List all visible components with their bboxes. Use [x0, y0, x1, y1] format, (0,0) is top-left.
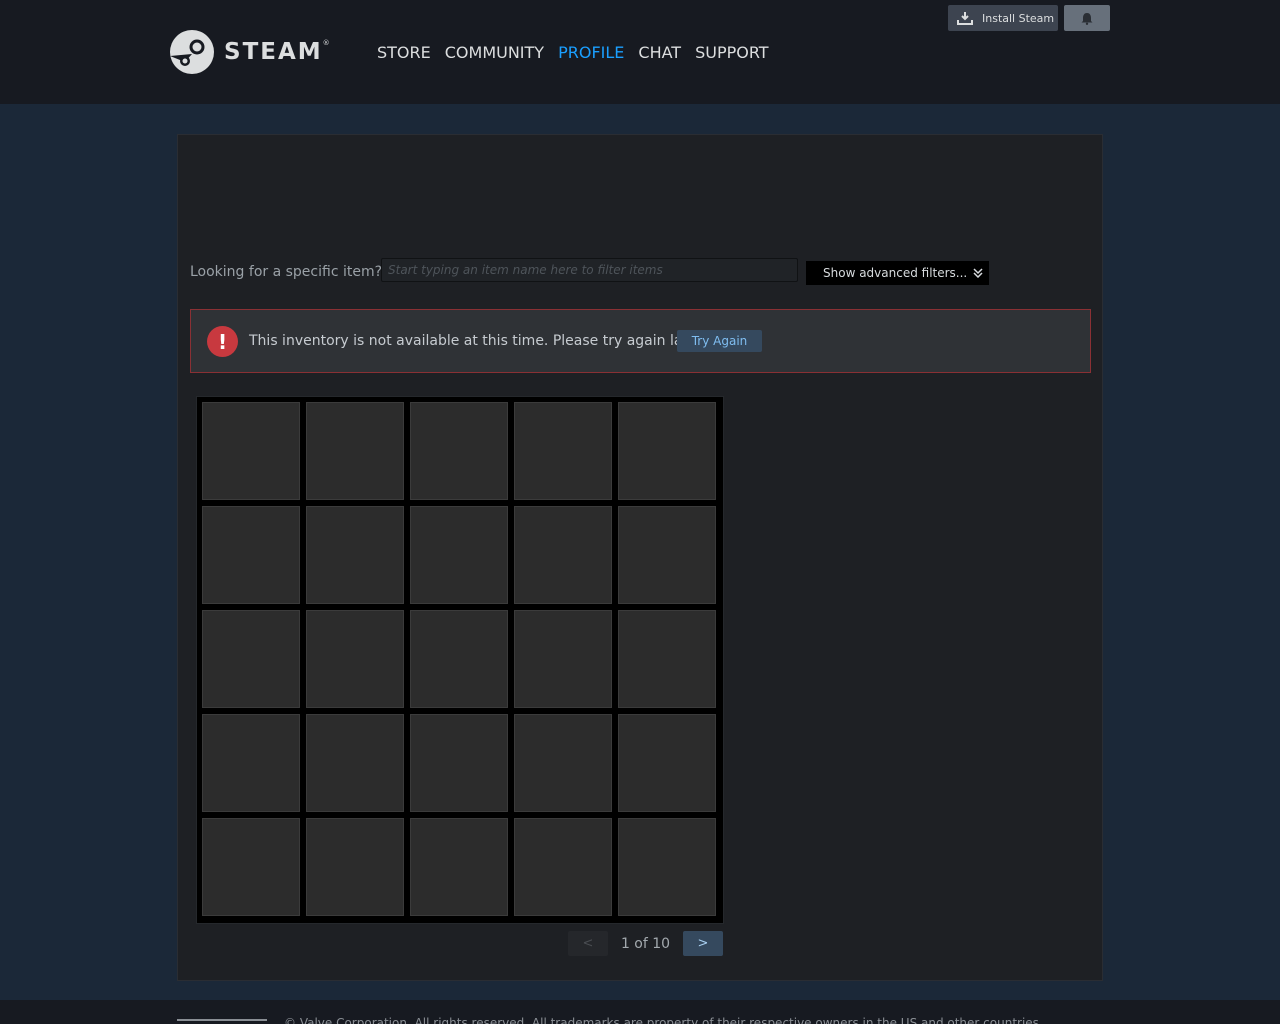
inventory-slot[interactable] [202, 402, 300, 500]
download-icon [957, 12, 973, 25]
inventory-slot[interactable] [306, 610, 404, 708]
inventory-slot[interactable] [306, 714, 404, 812]
inventory-slot[interactable] [202, 714, 300, 812]
inventory-slot[interactable] [514, 714, 612, 812]
steam-logo[interactable]: STEAM® [170, 29, 330, 75]
footer-legal-text: © Valve Corporation. All rights reserved… [284, 1016, 1043, 1024]
inventory-slot[interactable] [306, 402, 404, 500]
inventory-slot[interactable] [410, 818, 508, 916]
nav-chat[interactable]: CHAT [638, 42, 681, 64]
inventory-slot[interactable] [514, 818, 612, 916]
prev-page-button[interactable]: < [568, 931, 608, 956]
inventory-error-banner: ! This inventory is not available at thi… [190, 309, 1091, 373]
inventory-slot[interactable] [410, 402, 508, 500]
inventory-slot[interactable] [202, 610, 300, 708]
inventory-grid [196, 396, 724, 924]
inventory-slot[interactable] [514, 610, 612, 708]
inventory-panel: Looking for a specific item? Show advanc… [177, 134, 1103, 981]
inventory-slot[interactable] [202, 506, 300, 604]
inventory-slot[interactable] [618, 818, 716, 916]
inventory-slot[interactable] [202, 818, 300, 916]
main-nav: STORE COMMUNITY PROFILE CHAT SUPPORT [377, 42, 783, 64]
inventory-slot[interactable] [306, 506, 404, 604]
advanced-filters-label: Show advanced filters... [823, 266, 968, 280]
inventory-slot[interactable] [618, 610, 716, 708]
nav-profile[interactable]: PROFILE [558, 42, 624, 64]
item-filter-input[interactable] [381, 258, 798, 282]
install-steam-label: Install Steam [982, 11, 1055, 25]
install-steam-button[interactable]: Install Steam [948, 5, 1058, 31]
next-page-button[interactable]: > [683, 931, 723, 956]
inventory-slot[interactable] [618, 402, 716, 500]
global-header: STEAM® STORE COMMUNITY PROFILE CHAT SUPP… [0, 0, 1280, 104]
nav-community[interactable]: COMMUNITY [445, 42, 544, 64]
notifications-button[interactable] [1064, 5, 1110, 31]
steam-logo-icon [170, 30, 214, 74]
filter-label: Looking for a specific item? [190, 264, 383, 280]
inventory-pagination: < 1 of 10 > [568, 931, 723, 956]
page-indicator: 1 of 10 [620, 935, 671, 952]
error-message: This inventory is not available at this … [249, 333, 706, 349]
nav-support[interactable]: SUPPORT [695, 42, 768, 64]
advanced-filters-button[interactable]: Show advanced filters... [806, 261, 989, 285]
bell-icon [1081, 12, 1093, 25]
try-again-button[interactable]: Try Again [677, 330, 762, 352]
steam-logo-text: STEAM [224, 39, 323, 65]
inventory-slot[interactable] [618, 714, 716, 812]
inventory-slot[interactable] [618, 506, 716, 604]
registered-mark: ® [322, 39, 330, 47]
nav-store[interactable]: STORE [377, 42, 431, 64]
double-chevron-down-icon [973, 268, 983, 278]
inventory-slot[interactable] [514, 506, 612, 604]
error-icon: ! [207, 326, 238, 357]
inventory-slot[interactable] [410, 714, 508, 812]
inventory-slot[interactable] [410, 610, 508, 708]
inventory-slot[interactable] [410, 506, 508, 604]
inventory-slot[interactable] [306, 818, 404, 916]
valve-logo [177, 1019, 267, 1024]
inventory-slot[interactable] [514, 402, 612, 500]
footer: © Valve Corporation. All rights reserved… [0, 1000, 1280, 1024]
